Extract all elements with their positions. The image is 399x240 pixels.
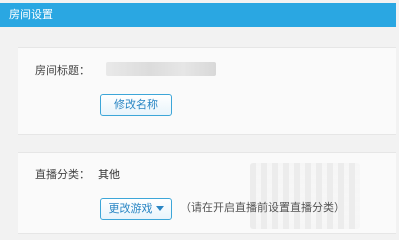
category-panel: 直播分类： 其他 更改游戏 （请在开启直播前设置直播分类） <box>18 152 396 234</box>
rename-button[interactable]: 修改名称 <box>100 94 172 116</box>
caret-down-icon <box>155 206 164 211</box>
category-hint: （请在开启直播前设置直播分类） <box>180 201 345 214</box>
room-title-label: 房间标题： <box>35 64 90 77</box>
room-title-panel: 房间标题： 修改名称 <box>18 47 396 135</box>
redacted-area <box>250 163 360 229</box>
room-title-value-redacted <box>106 62 216 76</box>
change-game-button[interactable]: 更改游戏 <box>100 198 172 220</box>
settings-header: 房间设置 <box>0 3 396 27</box>
header-title: 房间设置 <box>9 8 53 21</box>
change-game-label: 更改游戏 <box>108 202 153 215</box>
category-label: 直播分类： <box>35 168 90 181</box>
category-value: 其他 <box>98 168 120 181</box>
